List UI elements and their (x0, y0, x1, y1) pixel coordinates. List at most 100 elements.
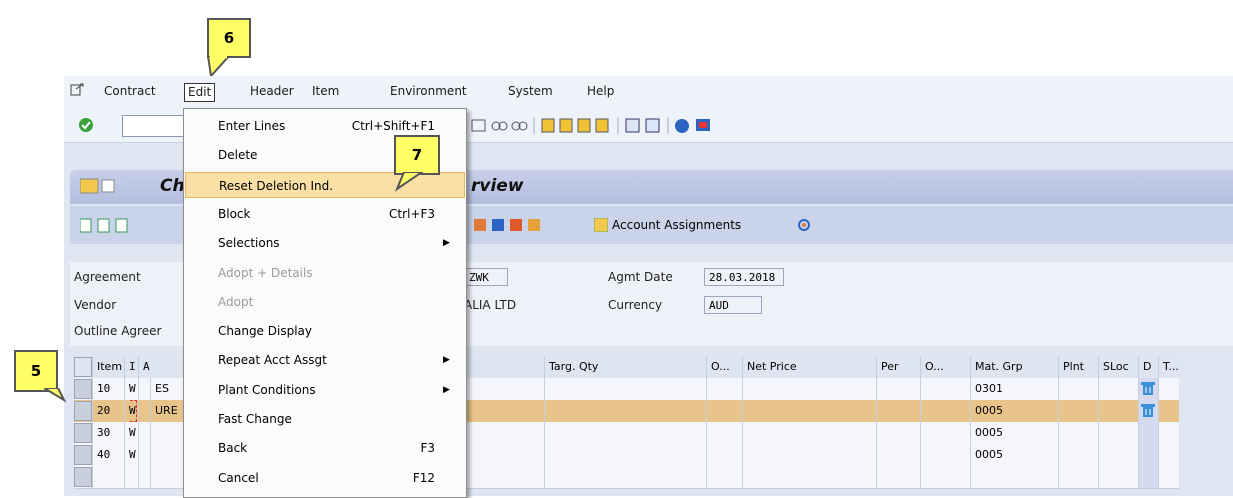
cell[interactable] (544, 466, 706, 488)
menu-item[interactable]: Item (312, 84, 339, 98)
cell[interactable] (1158, 422, 1179, 444)
settings-icon[interactable] (796, 217, 812, 236)
cell-i[interactable]: W (124, 444, 138, 466)
cell[interactable] (544, 444, 706, 466)
cell[interactable] (742, 378, 876, 400)
cell[interactable] (706, 378, 742, 400)
row-selector[interactable] (74, 445, 92, 465)
cell[interactable] (706, 422, 742, 444)
cell-mat-grp[interactable]: 0005 (970, 422, 1058, 444)
menu-item-repeat-acct-assgt[interactable]: Repeat Acct Assgt ▶ (185, 347, 465, 373)
cell[interactable] (1138, 422, 1158, 444)
cell[interactable] (1138, 466, 1158, 488)
exit-icon[interactable] (70, 82, 84, 99)
cell[interactable] (1098, 422, 1138, 444)
cell[interactable] (876, 444, 920, 466)
cell[interactable] (742, 466, 876, 488)
cell[interactable] (1098, 444, 1138, 466)
col-sloc[interactable]: SLoc (1098, 356, 1138, 378)
cell[interactable] (1058, 422, 1098, 444)
cell[interactable] (742, 444, 876, 466)
menu-system[interactable]: System (508, 84, 553, 98)
cell[interactable] (920, 422, 970, 444)
cell[interactable] (138, 422, 150, 444)
col-d[interactable]: D (1138, 356, 1158, 378)
menu-item-change-display[interactable]: Change Display (185, 318, 465, 344)
cell[interactable] (1138, 378, 1158, 400)
cell[interactable] (544, 400, 706, 422)
col-o1[interactable]: O... (706, 356, 742, 378)
col-a[interactable]: A (138, 356, 150, 378)
cell-item[interactable]: 40 (92, 444, 124, 466)
menu-item-selections[interactable]: Selections ▶ (185, 230, 465, 256)
cell[interactable] (544, 378, 706, 400)
select-all[interactable] (74, 357, 92, 377)
cell[interactable] (920, 466, 970, 488)
col-net-price[interactable]: Net Price (742, 356, 876, 378)
cell[interactable] (1058, 378, 1098, 400)
cell[interactable] (706, 444, 742, 466)
row-selector[interactable] (74, 467, 92, 487)
col-i[interactable]: I (124, 356, 138, 378)
cell[interactable] (1058, 400, 1098, 422)
cell[interactable] (544, 422, 706, 444)
cell[interactable] (876, 466, 920, 488)
cell[interactable] (1058, 444, 1098, 466)
app-toolbar-mid-icons[interactable] (474, 217, 554, 235)
agmt-date-field[interactable]: 28.03.2018 (704, 268, 784, 286)
menu-item-fast-change[interactable]: Fast Change (185, 406, 465, 432)
col-plnt[interactable]: Plnt (1058, 356, 1098, 378)
menu-item-plant-conditions[interactable]: Plant Conditions ▶ (185, 377, 465, 403)
app-toolbar-left-icons[interactable] (80, 218, 140, 234)
cell[interactable] (1158, 444, 1179, 466)
agreement-field[interactable]: ZWK (464, 268, 508, 286)
command-field[interactable] (122, 115, 184, 137)
menu-edit[interactable]: Edit (184, 83, 216, 102)
cell-item[interactable]: 10 (92, 378, 124, 400)
account-assignments-button[interactable]: Account Assignments (612, 218, 741, 232)
currency-field[interactable]: AUD (704, 296, 762, 314)
cell[interactable] (138, 400, 150, 422)
cell[interactable] (1098, 466, 1138, 488)
cell[interactable] (920, 378, 970, 400)
cell[interactable] (1098, 400, 1138, 422)
menu-item-cancel[interactable]: Cancel F12 (185, 465, 465, 491)
cell[interactable] (1138, 444, 1158, 466)
menu-item-back[interactable]: Back F3 (185, 435, 465, 461)
row-selector[interactable] (74, 401, 92, 421)
cell[interactable] (876, 378, 920, 400)
cell[interactable] (138, 466, 150, 488)
cell-item[interactable]: 30 (92, 422, 124, 444)
cell-item[interactable]: 20 (92, 400, 124, 422)
col-t[interactable]: T... (1158, 356, 1179, 378)
cell-item[interactable] (92, 466, 124, 488)
row-selector[interactable] (74, 423, 92, 443)
cell[interactable] (1158, 400, 1179, 422)
cell-i[interactable]: W (124, 378, 138, 400)
cell-i[interactable]: W (124, 422, 138, 444)
col-mat-grp[interactable]: Mat. Grp (970, 356, 1058, 378)
cell-mat-grp[interactable]: 0301 (970, 378, 1058, 400)
cell[interactable] (1098, 378, 1138, 400)
cell-mat-grp[interactable]: 0005 (970, 444, 1058, 466)
row-selector[interactable] (74, 379, 92, 399)
cell[interactable] (1158, 466, 1179, 488)
cell[interactable] (138, 444, 150, 466)
menu-item-block[interactable]: Block Ctrl+F3 (185, 201, 465, 227)
cell[interactable] (1158, 378, 1179, 400)
cell[interactable] (876, 422, 920, 444)
cell-i[interactable] (124, 466, 138, 488)
cell-mat-grp[interactable] (970, 466, 1058, 488)
cell[interactable] (742, 400, 876, 422)
enter-check-icon[interactable] (78, 117, 94, 136)
col-targ-qty[interactable]: Targ. Qty (544, 356, 706, 378)
menu-contract[interactable]: Contract (104, 84, 156, 98)
cell[interactable] (920, 444, 970, 466)
cell-mat-grp[interactable]: 0005 (970, 400, 1058, 422)
cell[interactable] (876, 400, 920, 422)
cell[interactable] (1138, 400, 1158, 422)
menu-help[interactable]: Help (587, 84, 614, 98)
menu-environment[interactable]: Environment (390, 84, 467, 98)
cell[interactable] (920, 400, 970, 422)
cell[interactable] (706, 400, 742, 422)
